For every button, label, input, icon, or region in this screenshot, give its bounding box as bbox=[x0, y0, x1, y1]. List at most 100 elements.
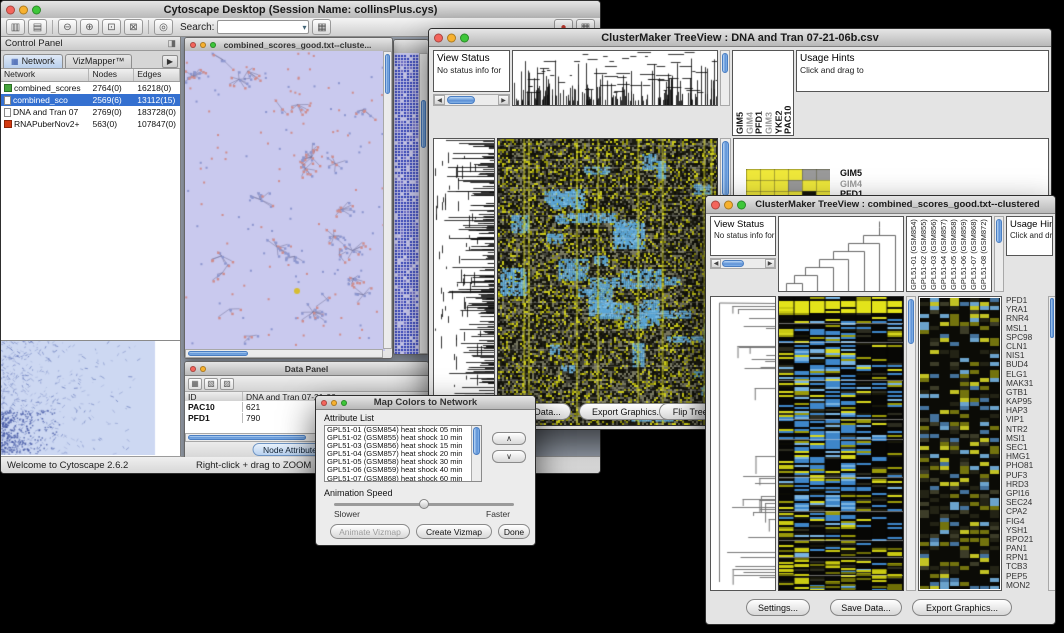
close-icon[interactable] bbox=[190, 42, 196, 48]
zoom-region-icon[interactable]: ⊠ bbox=[124, 19, 143, 35]
attribute-list-scrollbar[interactable] bbox=[471, 426, 481, 481]
scroll-thumb[interactable] bbox=[722, 141, 729, 196]
gene-label[interactable]: MON2 bbox=[1006, 581, 1046, 590]
create-vizmap-button[interactable]: Create Vizmap bbox=[416, 524, 492, 539]
scroll-thumb[interactable] bbox=[473, 427, 480, 455]
network-table-row[interactable]: combined_scores2764(0)16218(0) bbox=[1, 82, 180, 94]
float-panel-icon[interactable]: ◨ bbox=[167, 38, 176, 49]
network-vertical-scrollbar[interactable] bbox=[383, 51, 392, 349]
search-input[interactable]: ▾ bbox=[217, 20, 309, 34]
scroll-thumb[interactable] bbox=[722, 260, 744, 267]
header-network[interactable]: Network bbox=[1, 69, 89, 81]
column-dendrogram-scrollbar[interactable] bbox=[720, 50, 730, 106]
zoom-heatmap-panel[interactable] bbox=[918, 296, 1002, 591]
tab-network[interactable]: ▦ Network bbox=[3, 54, 63, 68]
animate-vizmap-button[interactable]: Animate Vizmap bbox=[330, 524, 410, 539]
attribute-list-item[interactable]: GPL51-06 (GSM859) heat shock 40 min bbox=[325, 466, 471, 474]
tv1-coltree-canvas[interactable] bbox=[513, 51, 717, 105]
column-label[interactable]: GPL51-02 (GSM855) bbox=[919, 218, 928, 290]
attribute-list-item[interactable]: GPL51-07 (GSM868) heat shock 60 min bbox=[325, 475, 471, 481]
attribute-list[interactable]: GPL51-01 (GSM854) heat shock 05 minGPL51… bbox=[324, 425, 482, 482]
dialog-titlebar[interactable]: Map Colors to Network bbox=[316, 396, 535, 410]
delete-attribute-icon[interactable]: ▨ bbox=[220, 378, 234, 390]
close-icon[interactable] bbox=[711, 200, 720, 209]
column-dendrogram-panel[interactable] bbox=[512, 50, 718, 106]
scroll-right-icon[interactable]: ▶ bbox=[498, 95, 509, 105]
cytoscape-titlebar[interactable]: Cytoscape Desktop (Session Name: collins… bbox=[1, 1, 600, 19]
zoom-window-icon[interactable] bbox=[341, 400, 347, 406]
heatmap-panel[interactable] bbox=[778, 296, 904, 591]
network-overview-panel[interactable] bbox=[1, 340, 180, 457]
overview-canvas[interactable] bbox=[1, 341, 179, 455]
done-button[interactable]: Done bbox=[498, 524, 530, 539]
minimize-icon[interactable] bbox=[200, 366, 206, 372]
column-label[interactable]: GPL51-01 (GSM854) bbox=[909, 218, 918, 290]
data-panel-titlebar[interactable]: Data Panel bbox=[185, 362, 428, 376]
minimize-icon[interactable] bbox=[724, 200, 733, 209]
network-table-row[interactable]: combined_sco2569(6)13112(15) bbox=[1, 94, 180, 106]
column-label[interactable]: GPL51-08 (GSM872) bbox=[979, 218, 988, 290]
scroll-thumb[interactable] bbox=[188, 351, 248, 356]
settings-button[interactable]: Settings... bbox=[746, 599, 810, 616]
animation-speed-slider[interactable] bbox=[334, 503, 514, 506]
heatmap1-canvas[interactable] bbox=[498, 139, 717, 425]
row-dendrogram-panel[interactable] bbox=[710, 296, 776, 591]
attribute-list-item[interactable]: GPL51-01 (GSM854) heat shock 05 min bbox=[325, 426, 471, 434]
scroll-left-icon[interactable]: ◀ bbox=[434, 95, 445, 105]
header-edges[interactable]: Edges bbox=[134, 69, 180, 81]
column-scrollbar[interactable] bbox=[994, 216, 1004, 292]
heatmap2-canvas[interactable] bbox=[779, 297, 903, 590]
dense-canvas[interactable] bbox=[394, 53, 421, 355]
attribute-list-item[interactable]: GPL51-02 (GSM855) heat shock 10 min bbox=[325, 434, 471, 442]
network-2-vertical-scrollbar[interactable] bbox=[419, 53, 428, 354]
network-horizontal-scrollbar[interactable] bbox=[185, 349, 383, 358]
zoom-window-icon[interactable] bbox=[32, 5, 41, 14]
snapshot-icon[interactable]: ◎ bbox=[154, 19, 173, 35]
scroll-thumb[interactable] bbox=[1050, 298, 1054, 338]
print-icon[interactable]: ▤ bbox=[28, 19, 47, 35]
column-dendrogram-panel[interactable] bbox=[778, 216, 904, 292]
column-label[interactable]: GPL51-04 (GSM857) bbox=[939, 218, 948, 290]
slider-thumb[interactable] bbox=[419, 499, 429, 509]
column-label[interactable]: PFD1 bbox=[754, 52, 762, 134]
row-dendrogram-panel[interactable] bbox=[433, 138, 495, 426]
vizmapper-shortcut-icon[interactable]: ▦ bbox=[312, 19, 331, 35]
scroll-thumb[interactable] bbox=[447, 96, 475, 104]
heatmap-vertical-scrollbar[interactable] bbox=[906, 296, 916, 591]
chevron-down-icon[interactable]: ▾ bbox=[302, 23, 306, 32]
view-status-scrollbar[interactable]: ◀ ▶ bbox=[433, 94, 510, 106]
heatmap-panel[interactable] bbox=[497, 138, 718, 426]
attribute-list-item[interactable]: GPL51-03 (GSM856) heat shock 15 min bbox=[325, 442, 471, 450]
zoom-window-icon[interactable] bbox=[460, 33, 469, 42]
network-view-titlebar[interactable]: combined_scores_good.txt--cluste... bbox=[185, 38, 392, 52]
scroll-thumb[interactable] bbox=[188, 435, 306, 440]
scroll-thumb[interactable] bbox=[385, 54, 390, 94]
zoom-out-icon[interactable]: ⊖ bbox=[58, 19, 77, 35]
column-label[interactable]: GIM3 bbox=[764, 52, 772, 134]
network-canvas[interactable] bbox=[185, 51, 385, 351]
attribute-list-item[interactable]: GPL51-05 (GSM858) heat shock 30 min bbox=[325, 458, 471, 466]
zoom-fit-icon[interactable]: ⊡ bbox=[102, 19, 121, 35]
attribute-list-item[interactable]: GPL51-04 (GSM857) heat shock 20 min bbox=[325, 450, 471, 458]
gene-list-scrollbar[interactable] bbox=[1048, 296, 1056, 591]
close-icon[interactable] bbox=[190, 366, 196, 372]
export-graphics-button[interactable]: Export Graphics... bbox=[912, 599, 1012, 616]
zoom-window-icon[interactable] bbox=[210, 42, 216, 48]
column-label[interactable]: GIM4 bbox=[745, 52, 753, 134]
matrix-gene-label[interactable]: GIM5 bbox=[840, 168, 868, 179]
header-nodes[interactable]: Nodes bbox=[89, 69, 134, 81]
move-down-button[interactable]: ∨ bbox=[492, 450, 526, 463]
create-attribute-icon[interactable]: ▧ bbox=[204, 378, 218, 390]
tv2-rowtree-canvas[interactable] bbox=[711, 297, 775, 590]
column-label[interactable]: GPL51-05 (GSM858) bbox=[949, 218, 958, 290]
minimize-icon[interactable] bbox=[200, 42, 206, 48]
network-table-row[interactable]: DNA and Tran 072769(0)183728(0) bbox=[1, 106, 180, 118]
minimize-icon[interactable] bbox=[447, 33, 456, 42]
column-label[interactable]: YKE2 bbox=[774, 52, 782, 134]
tv2-coltree-canvas[interactable] bbox=[779, 217, 903, 291]
view-status-scrollbar[interactable]: ◀ ▶ bbox=[710, 258, 776, 269]
column-label[interactable]: PAC10 bbox=[783, 52, 791, 134]
treeview2-titlebar[interactable]: ClusterMaker TreeView : combined_scores_… bbox=[706, 196, 1055, 214]
minimize-icon[interactable] bbox=[331, 400, 337, 406]
select-attributes-icon[interactable]: ▦ bbox=[188, 378, 202, 390]
